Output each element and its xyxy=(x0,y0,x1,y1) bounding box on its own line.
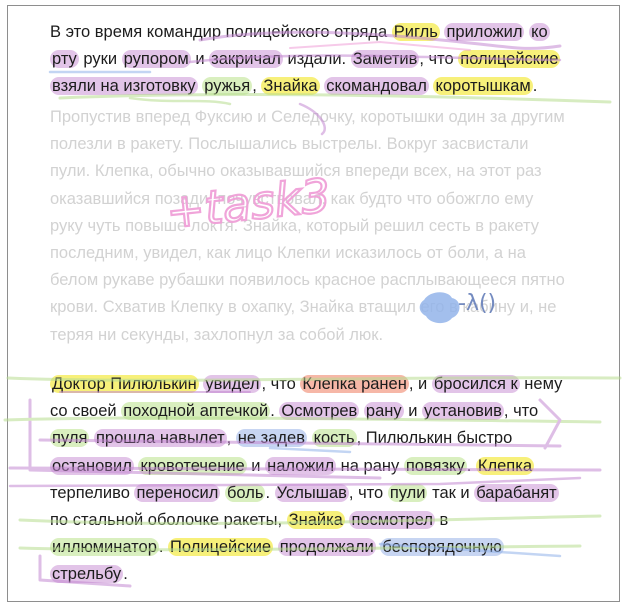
text-span: . xyxy=(466,456,476,475)
text-span: и xyxy=(403,402,423,421)
highlight-yellow: Полицейские xyxy=(168,538,274,557)
text-span: . xyxy=(265,483,275,502)
highlight-purple: Осмотрев xyxy=(279,402,360,421)
text-span: терпеливо xyxy=(50,483,135,502)
highlight-yellow: Ригль xyxy=(391,23,440,41)
highlight-purple: закричал xyxy=(209,50,283,69)
highlight-green: ружья xyxy=(202,77,253,96)
highlight-purple: посмотрел xyxy=(349,511,435,530)
text-span: , и xyxy=(408,375,432,393)
highlight-green: походной аптечкой xyxy=(121,402,271,421)
highlight-purple: стрельбу xyxy=(50,565,124,584)
text-span xyxy=(307,429,312,447)
text-span: , что xyxy=(503,402,539,421)
highlight-yellow: Знайка xyxy=(261,77,320,96)
paragraph-3: Доктор Пилюлькин увидел, что Клепка ране… xyxy=(50,371,565,589)
text-span: на рану xyxy=(336,456,404,475)
highlight-purple: установив xyxy=(422,402,504,421)
highlight-green: боль xyxy=(224,483,266,502)
highlight-purple: барабанят xyxy=(474,483,559,502)
paragraph-1: В это время командир полицейского отряда… xyxy=(50,19,565,101)
highlight-purple: бросился к xyxy=(431,375,520,393)
highlight-yellow: Знайка xyxy=(286,511,345,530)
faded-paragraph: Пропустив вперед Фуксию и Селедочку, кор… xyxy=(50,108,565,344)
highlight-purple: скомандовал xyxy=(324,77,429,96)
highlight-purple: Услышав xyxy=(274,483,349,502)
highlight-yellow: полицейские xyxy=(458,50,561,69)
text-span: по стальной оболочке ракеты, xyxy=(50,511,287,530)
highlight-green: кость xyxy=(311,429,357,448)
highlight-red: Клепка ранен xyxy=(300,375,409,393)
highlight-green: пули xyxy=(387,483,428,502)
text-span: , что xyxy=(261,375,301,393)
highlight-purple: взяли на изготовку xyxy=(50,77,198,96)
highlight-yellow: Клепка xyxy=(475,456,534,475)
highlight-blue: беспорядочную xyxy=(380,538,504,557)
highlight-purple: переносил xyxy=(134,483,221,502)
highlight-purple: рупором xyxy=(121,50,191,69)
highlight-yellow: коротышкам xyxy=(433,77,533,96)
text-span: . xyxy=(123,565,128,584)
highlight-green: иллюминатор xyxy=(50,538,159,557)
text-span: руки xyxy=(78,50,122,69)
text-span: . xyxy=(158,538,169,557)
text-span: В это время командир полицейского отряда xyxy=(50,23,392,41)
highlight-purple: прошла навылет xyxy=(93,429,227,448)
text-span: . xyxy=(532,77,538,96)
text-span: , xyxy=(252,77,262,96)
text-span: и xyxy=(190,50,210,69)
highlight-yellow: Доктор Пилюлькин xyxy=(50,375,199,393)
text-span: в xyxy=(434,511,449,530)
text-span: так и xyxy=(427,483,475,502)
text-span: издали. xyxy=(282,50,351,69)
text-span: , что xyxy=(419,50,459,69)
text-span: . xyxy=(270,402,280,421)
highlight-purple: Заметив xyxy=(350,50,420,69)
highlight-purple: рану xyxy=(363,402,404,421)
text-span: и xyxy=(246,456,266,475)
highlight-green: кровотечение xyxy=(138,456,247,475)
highlight-purple: увидел xyxy=(203,375,262,393)
highlight-purple: приложил xyxy=(444,23,525,41)
highlight-purple: наложил xyxy=(265,456,337,475)
highlight-blue: не задев xyxy=(235,429,307,448)
text-span xyxy=(273,538,278,556)
highlight-purple: остановил xyxy=(50,456,134,475)
text-span: , xyxy=(226,429,236,448)
highlight-green: пуля xyxy=(50,429,90,448)
text-span: , что xyxy=(348,483,388,502)
highlight-green: повязку xyxy=(403,456,467,475)
highlight-purple: продолжали xyxy=(277,538,376,557)
text-span: , Пилюлькин быстро xyxy=(356,429,513,448)
